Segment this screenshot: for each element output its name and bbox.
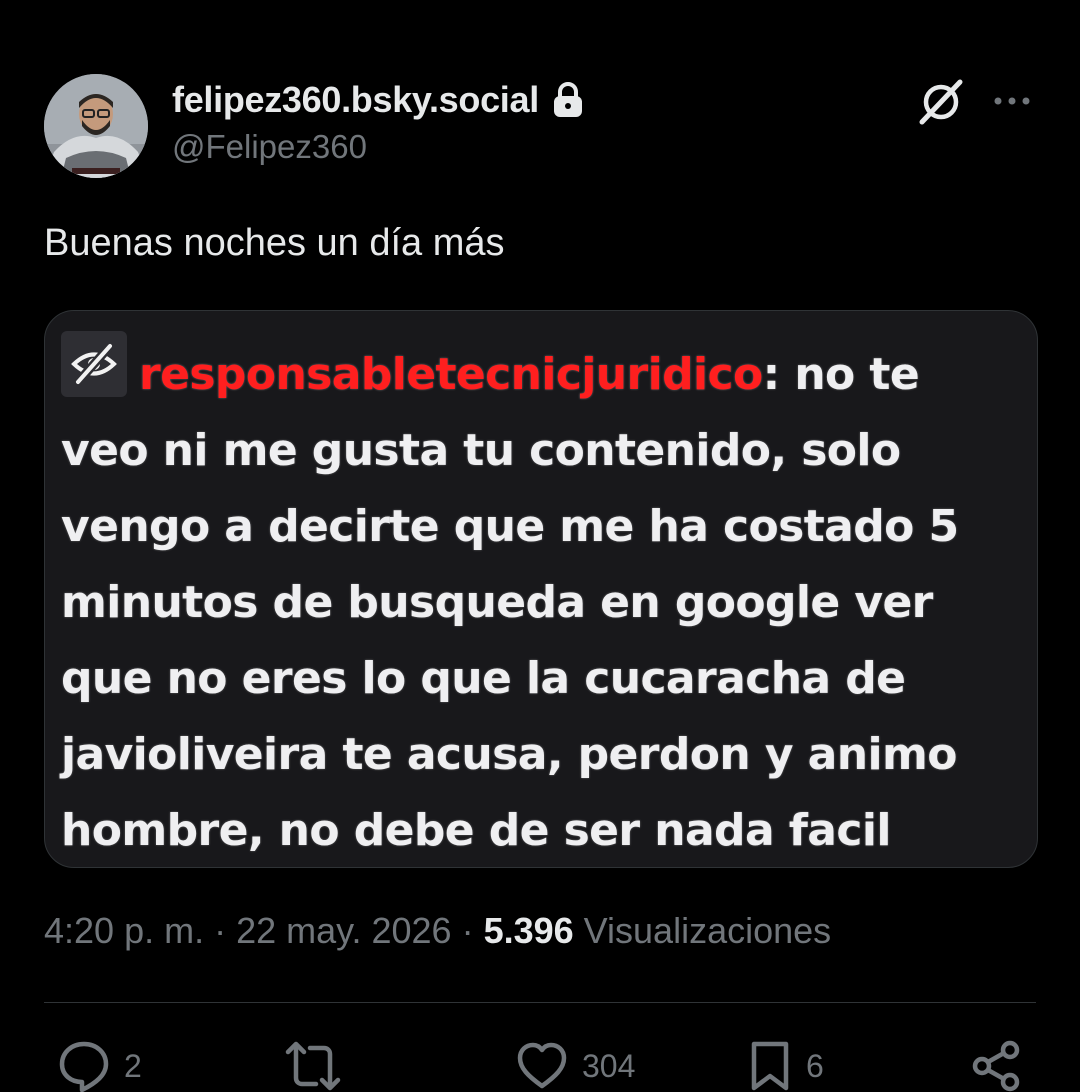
avatar-photo — [44, 74, 148, 178]
bookmark-count: 6 — [806, 1048, 824, 1084]
handle[interactable]: @Felipez360 — [172, 128, 585, 166]
tweet-meta: 4:20 p. m. · 22 may. 2026 · 5.396 Visual… — [44, 910, 831, 952]
retweet-button[interactable] — [284, 1040, 356, 1092]
reply-count: 2 — [124, 1048, 142, 1084]
share-button[interactable] — [970, 1040, 1022, 1092]
share-icon — [972, 1040, 1020, 1092]
retweet-icon — [285, 1041, 341, 1091]
bookmark-icon — [751, 1041, 789, 1091]
meta-separator: · — [204, 910, 237, 951]
views-count: 5.396 — [483, 910, 574, 951]
tweet-date[interactable]: 22 may. 2026 — [236, 910, 451, 951]
reply-button[interactable]: 2 — [58, 1040, 142, 1092]
tweet-text: Buenas noches un día más — [44, 222, 505, 264]
reply-icon — [59, 1041, 109, 1092]
divider — [44, 1002, 1036, 1003]
lock-icon — [551, 81, 585, 119]
grok-icon[interactable] — [916, 76, 966, 126]
chat-username: responsabletecnicjuridico — [139, 349, 763, 400]
tweet-time[interactable]: 4:20 p. m. — [44, 910, 204, 951]
chat-message: responsabletecnicjuridico: no te veo ni … — [61, 331, 1007, 867]
chat-separator: : — [762, 349, 781, 400]
more-icon[interactable] — [992, 86, 1032, 116]
views-label: Visualizaciones — [573, 910, 832, 951]
meta-separator: · — [451, 910, 484, 951]
bookmark-button[interactable]: 6 — [748, 1040, 824, 1092]
display-name-row: felipez360.bsky.social — [172, 76, 585, 124]
display-name[interactable]: felipez360.bsky.social — [172, 79, 539, 121]
media-image[interactable]: responsabletecnicjuridico: no te veo ni … — [44, 310, 1038, 868]
chat-message-text: no te veo ni me gusta tu contenido, solo… — [61, 349, 959, 856]
like-count: 304 — [582, 1048, 636, 1084]
author-block: felipez360.bsky.social @Felipez360 — [172, 76, 585, 166]
heart-icon — [517, 1042, 567, 1089]
eye-slash-icon — [61, 331, 127, 397]
like-button[interactable]: 304 — [516, 1040, 635, 1092]
avatar[interactable] — [44, 74, 148, 178]
cropped-row-remnant — [125, 310, 385, 325]
